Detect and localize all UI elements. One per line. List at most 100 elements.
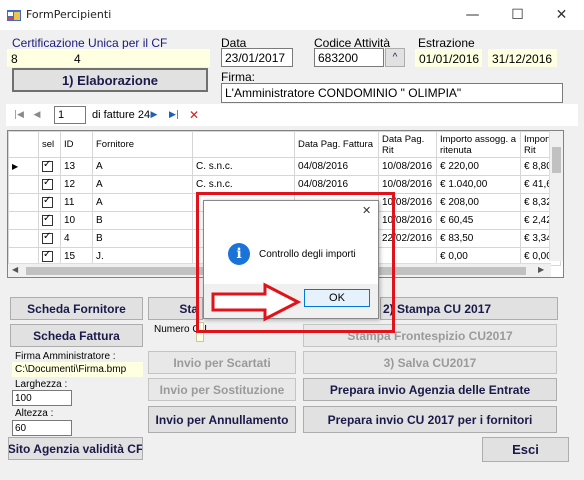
cell-id: 4 <box>60 229 93 248</box>
scheda-fornitore-button[interactable]: Scheda Fornitore <box>10 297 143 320</box>
cell-data-rit: 10/08/2016 <box>378 211 437 230</box>
row-checkbox[interactable] <box>38 175 61 194</box>
prepara-fornitori-button[interactable]: Prepara invio CU 2017 per i fornitori <box>303 406 557 433</box>
estrazione-label: Estrazione <box>418 36 475 50</box>
firma-field[interactable]: L'Amministratore CONDOMINIO " OLIMPIA" <box>221 83 563 103</box>
cell-data-fattura: 04/08/2016 <box>294 175 379 194</box>
cell-importo: € 208,00 <box>436 193 521 212</box>
firma-amm-field[interactable]: C:\Documenti\Firma.bmp <box>12 362 143 377</box>
cell-data-rit: 10/08/2016 <box>378 175 437 194</box>
row-checkbox[interactable] <box>38 211 61 230</box>
hscroll-right-icon[interactable]: ▶ <box>538 265 544 274</box>
row-checkbox[interactable] <box>38 157 61 176</box>
header-id[interactable]: ID <box>60 131 93 158</box>
info-icon: i <box>228 243 250 265</box>
close-button[interactable]: ✕ <box>539 0 584 30</box>
firma-label: Firma: <box>221 70 255 84</box>
esci-button[interactable]: Esci <box>482 437 569 462</box>
dialog-close-button[interactable]: ✕ <box>362 204 371 217</box>
prepara-agenzia-button[interactable]: Prepara invio Agenzia delle Entrate <box>303 378 557 401</box>
altezza-label: Altezza : <box>15 408 54 419</box>
codice-spin-button[interactable]: ^ <box>385 48 405 67</box>
cell-data-fattura: 04/08/2016 <box>294 157 379 176</box>
cell-importo: € 220,00 <box>436 157 521 176</box>
row-checkbox[interactable] <box>38 193 61 212</box>
cell-nome: C. s.n.c. <box>192 157 295 176</box>
nav-count-label: di fatture 24 <box>92 109 151 121</box>
table-row[interactable]: ▶ 13 A C. s.n.c. 04/08/2016 10/08/2016 €… <box>8 157 562 176</box>
row-marker <box>8 175 39 194</box>
cell-fornitore: A <box>92 193 193 212</box>
vscroll-thumb[interactable] <box>552 147 561 173</box>
row-marker: ▶ <box>8 157 39 176</box>
hscroll-left-icon[interactable]: ◀ <box>12 265 18 274</box>
numero-cu-field[interactable] <box>196 322 204 342</box>
cell-fornitore: B <box>92 229 193 248</box>
firma-amm-label: Firma Amministratore : <box>15 351 116 362</box>
app-icon <box>7 10 21 21</box>
invio-annullamento-button[interactable]: Invio per Annullamento <box>148 406 296 433</box>
sito-agenzia-button[interactable]: Sito Agenzia validità CF <box>8 437 143 460</box>
minimize-button[interactable]: — <box>450 0 495 30</box>
window-title: FormPercipienti <box>26 8 112 21</box>
row-checkbox[interactable] <box>38 229 61 248</box>
scheda-fattura-button[interactable]: Scheda Fattura <box>10 324 143 347</box>
row-marker <box>8 229 39 248</box>
header-fornitore[interactable]: Fornitore <box>92 131 193 158</box>
elaborazione-button[interactable]: 1) Elaborazione <box>12 68 208 92</box>
grid-vertical-scrollbar[interactable] <box>549 131 563 261</box>
cell-id: 12 <box>60 175 93 194</box>
dialog-message: Controllo degli importi <box>259 249 356 260</box>
stampa-frontespizio-button[interactable]: Stampa Frontespizio CU2017 <box>303 324 557 347</box>
cu-field-1[interactable]: 8 <box>7 49 75 67</box>
altezza-field[interactable]: 60 <box>12 420 72 436</box>
header-sel[interactable]: sel <box>38 131 61 158</box>
row-marker <box>8 193 39 212</box>
invio-scartati-button[interactable]: Invio per Scartati <box>148 351 296 374</box>
codice-field[interactable]: 683200 <box>314 48 384 67</box>
nav-position-field[interactable]: 1 <box>54 106 86 124</box>
nav-next-icon[interactable]: ▶ <box>147 107 161 123</box>
header-importo-assogg[interactable]: Importo assogg. a ritenuta <box>436 131 521 158</box>
cell-fornitore: A <box>92 157 193 176</box>
data-field[interactable]: 23/01/2017 <box>221 48 293 67</box>
header-data-pag-fattura[interactable]: Data Pag. Fattura <box>294 131 379 158</box>
estrazione-from[interactable]: 01/01/2016 <box>415 49 482 67</box>
cell-id: 11 <box>60 193 93 212</box>
header-marker <box>8 131 39 158</box>
cell-fornitore: A <box>92 175 193 194</box>
nav-last-icon[interactable]: ▶| <box>166 107 182 123</box>
nav-prev-icon[interactable]: ◀ <box>30 107 44 123</box>
cell-data-rit: 10/08/2016 <box>378 157 437 176</box>
nav-first-icon[interactable]: |◀ <box>12 107 26 123</box>
cell-id: 13 <box>60 157 93 176</box>
cell-id: 10 <box>60 211 93 230</box>
estrazione-to[interactable]: 31/12/2016 <box>488 49 557 67</box>
header-data-pag-rit[interactable]: Data Pag. Rit <box>378 131 437 158</box>
stampa-button-partial[interactable]: Sta <box>148 297 203 320</box>
cell-nome: C. s.n.c. <box>192 175 295 194</box>
ok-button[interactable]: OK <box>304 289 370 307</box>
maximize-button[interactable]: ☐ <box>495 0 540 30</box>
header-nome[interactable] <box>192 131 295 158</box>
cell-importo: € 1.040,00 <box>436 175 521 194</box>
cu-field-2[interactable]: 4 <box>70 49 210 67</box>
nav-delete-icon[interactable]: ✕ <box>187 107 201 123</box>
title-bar: FormPercipienti — ☐ ✕ <box>0 0 584 30</box>
larghezza-label: Larghezza : <box>15 379 68 390</box>
arrow-annotation-icon <box>211 282 302 322</box>
cell-importo: € 83,50 <box>436 229 521 248</box>
binding-navigator: |◀ ◀ 1 di fatture 24 ▶ ▶| ✕ <box>6 104 578 126</box>
table-row[interactable]: 12 A C. s.n.c. 04/08/2016 10/08/2016 € 1… <box>8 175 562 194</box>
invio-sostituzione-button[interactable]: Invio per Sostituzione <box>148 378 296 401</box>
row-marker <box>8 211 39 230</box>
grid-header-row: sel ID Fornitore Data Pag. Fattura Data … <box>8 131 562 158</box>
cell-fornitore: B <box>92 211 193 230</box>
larghezza-field[interactable]: 100 <box>12 390 72 406</box>
cell-data-rit: 22/02/2016 <box>378 229 437 248</box>
salva-cu-button[interactable]: 3) Salva CU2017 <box>303 351 557 374</box>
cell-importo: € 60,45 <box>436 211 521 230</box>
cu-label: Certificazione Unica per il CF <box>12 36 168 50</box>
cell-data-rit: 10/08/2016 <box>378 193 437 212</box>
stampa-cu-button[interactable]: 2) Stampa CU 2017 <box>380 297 558 320</box>
